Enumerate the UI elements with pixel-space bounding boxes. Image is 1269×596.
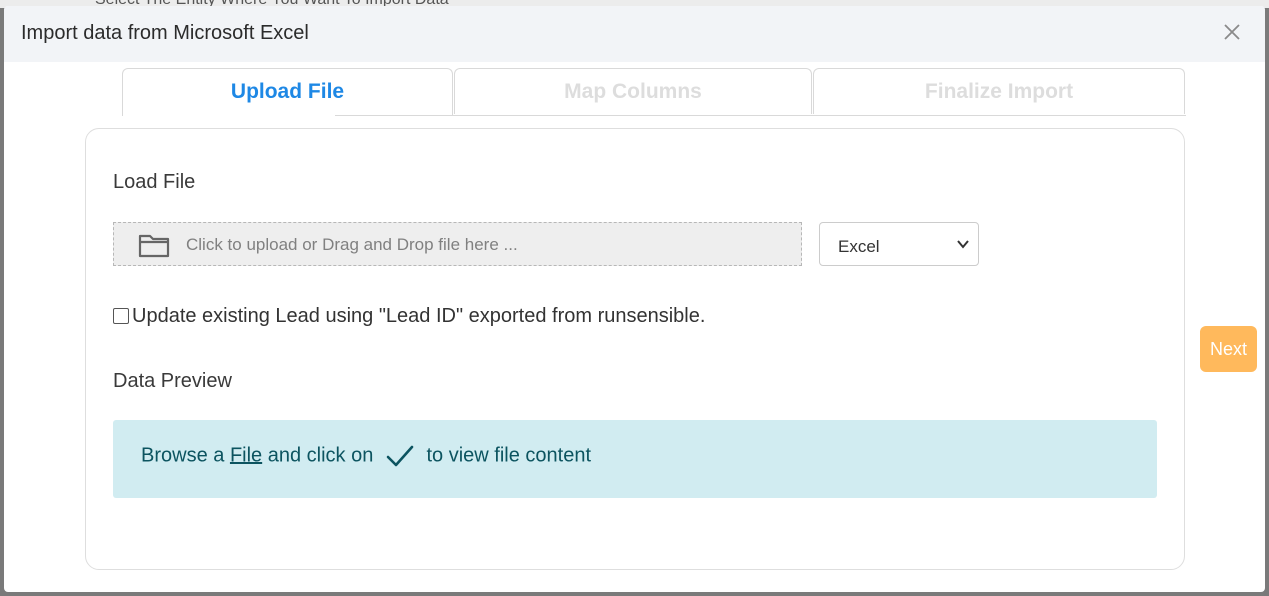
data-preview-heading: Data Preview	[113, 370, 232, 392]
upload-panel: Load File Click to upload or Drag and Dr…	[85, 128, 1185, 570]
import-steps-tabs: Upload File Map Columns Finalize Import	[122, 68, 1186, 116]
chevron-down-icon	[957, 240, 969, 249]
update-existing-checkbox[interactable]	[113, 308, 129, 324]
modal-header: Import data from Microsoft Excel	[4, 6, 1265, 62]
tab-divider	[335, 115, 1186, 116]
data-preview-message: Browse a File and click on to view file …	[113, 420, 1157, 498]
modal-title: Import data from Microsoft Excel	[21, 22, 309, 44]
message-prefix: Browse a	[141, 444, 225, 467]
close-icon	[1224, 24, 1240, 40]
load-file-heading: Load File	[113, 171, 196, 193]
folder-icon	[138, 234, 170, 258]
tab-finalize-import[interactable]: Finalize Import	[813, 68, 1185, 114]
file-format-select[interactable]: Excel	[819, 222, 979, 266]
dropzone-placeholder: Click to upload or Drag and Drop file he…	[186, 235, 518, 254]
file-format-value: Excel	[838, 237, 880, 256]
file-link[interactable]: File	[230, 444, 262, 466]
close-button[interactable]	[1221, 21, 1243, 43]
next-button[interactable]: Next	[1200, 326, 1257, 372]
tab-map-columns[interactable]: Map Columns	[454, 68, 812, 114]
checkmark-icon	[386, 445, 414, 467]
update-existing-label: Update existing Lead using "Lead ID" exp…	[132, 305, 706, 327]
import-modal: Import data from Microsoft Excel Upload …	[4, 6, 1265, 592]
tab-upload-file[interactable]: Upload File	[122, 68, 453, 116]
message-suffix: to view file content	[426, 444, 592, 467]
message-middle: and click on	[267, 444, 374, 467]
file-dropzone[interactable]: Click to upload or Drag and Drop file he…	[113, 222, 802, 266]
